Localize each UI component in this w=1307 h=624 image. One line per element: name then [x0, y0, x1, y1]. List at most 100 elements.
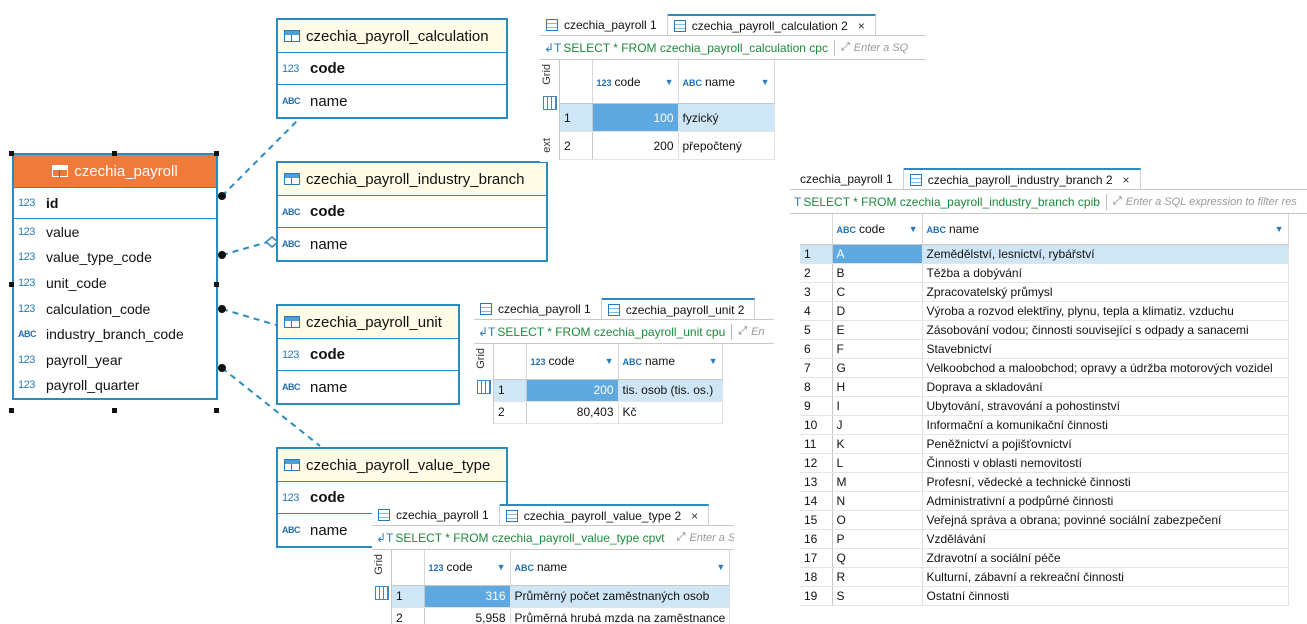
- entity-header[interactable]: czechia_payroll: [14, 155, 216, 188]
- cell-name[interactable]: Stavebnictví: [922, 339, 1289, 359]
- entity-czechia-payroll-industry-branch[interactable]: czechia_payroll_industry_branch ABC code …: [276, 161, 548, 262]
- row-number[interactable]: 5: [800, 320, 833, 340]
- row-number[interactable]: 7: [800, 358, 833, 378]
- row-number[interactable]: 4: [800, 301, 833, 321]
- table-row[interactable]: 16 P Vzdělávání: [800, 529, 1289, 549]
- table-row[interactable]: 1 200 tis. osob (tis. os.): [494, 379, 723, 402]
- cell-code[interactable]: D: [832, 301, 923, 321]
- filter-placeholder[interactable]: En: [751, 326, 764, 338]
- entity-header[interactable]: czechia_payroll_industry_branch: [278, 163, 546, 196]
- table-row[interactable]: 11 K Peněžnictví a pojišťovnictví: [800, 434, 1289, 454]
- row-number[interactable]: 2: [560, 131, 593, 160]
- table-row[interactable]: 15 O Veřejná správa a obrana; povinné soci…: [800, 510, 1289, 530]
- row-number[interactable]: 13: [800, 472, 833, 492]
- table-row[interactable]: 1 A Zemědělství, lesnictví, rybářství: [800, 244, 1289, 264]
- cell-name[interactable]: Doprava a skladování: [922, 377, 1289, 397]
- cell-code[interactable]: R: [832, 567, 923, 587]
- cell-name[interactable]: Kč: [618, 401, 723, 424]
- cell-code[interactable]: P: [832, 529, 923, 549]
- entity-column-pk[interactable]: 123 id: [14, 188, 216, 219]
- grid-icon[interactable]: [543, 96, 557, 110]
- cell-code[interactable]: C: [832, 282, 923, 302]
- cell-code[interactable]: A: [832, 244, 923, 264]
- tab-czechia-payroll-calculation[interactable]: czechia_payroll_calculation 2 ×: [667, 14, 876, 35]
- column-header-code[interactable]: 123 code ▼: [424, 550, 511, 586]
- filter-placeholder[interactable]: Enter a SQ: [854, 42, 908, 54]
- cell-code[interactable]: S: [832, 586, 923, 606]
- table-row[interactable]: 2 200 přepočtený: [560, 131, 775, 160]
- sql-filter-bar[interactable]: T SELECT * FROM czechia_payroll_industry…: [790, 190, 1307, 214]
- selection-handle[interactable]: [9, 282, 14, 287]
- row-number[interactable]: 3: [800, 282, 833, 302]
- cell-code[interactable]: O: [832, 510, 923, 530]
- row-number[interactable]: 18: [800, 567, 833, 587]
- column-header-name[interactable]: ABC name ▼: [922, 214, 1289, 245]
- cell-name[interactable]: Administrativní a podpůrné činnosti: [922, 491, 1289, 511]
- cell-name[interactable]: Peněžnictví a pojišťovnictví: [922, 434, 1289, 454]
- cell-code[interactable]: F: [832, 339, 923, 359]
- tab-czechia-payroll-value-type[interactable]: czechia_payroll_value_type 2 ×: [499, 504, 710, 525]
- cell-name[interactable]: Ubytování, stravování a pohostinství: [922, 396, 1289, 416]
- sort-arrow-icon[interactable]: ▼: [605, 356, 614, 366]
- entity-header[interactable]: czechia_payroll_calculation: [278, 20, 506, 53]
- entity-header[interactable]: czechia_payroll_value_type: [278, 449, 506, 482]
- cell-code[interactable]: 316: [424, 585, 511, 608]
- cell-name[interactable]: fyzický: [678, 103, 775, 133]
- cell-name[interactable]: Zpracovatelský průmysl: [922, 282, 1289, 302]
- row-number[interactable]: 10: [800, 415, 833, 435]
- table-row[interactable]: 8 H Doprava a skladování: [800, 377, 1289, 397]
- row-number[interactable]: 6: [800, 339, 833, 359]
- close-icon[interactable]: ×: [858, 19, 865, 33]
- entity-czechia-payroll-calculation[interactable]: czechia_payroll_calculation 123 code ABC n…: [276, 18, 508, 119]
- tab-czechia-payroll[interactable]: czechia_payroll 1: [474, 298, 602, 319]
- sort-arrow-icon[interactable]: ▼: [716, 562, 725, 572]
- row-number[interactable]: 1: [800, 244, 833, 264]
- cell-name[interactable]: Zdravotní a sociální péče: [922, 548, 1289, 568]
- entity-column[interactable]: 123 payroll_quarter: [14, 373, 216, 399]
- column-header-name[interactable]: ABC name ▼: [618, 344, 723, 380]
- entity-column[interactable]: 123 unit_code: [14, 270, 216, 296]
- result-panel-industry-branch[interactable]: czechia_payroll 1 czechia_payroll_indust…: [790, 168, 1307, 624]
- sql-filter-bar[interactable]: ↲T SELECT * FROM czechia_payroll_unit cp…: [474, 320, 774, 344]
- table-row[interactable]: 10 J Informační a komunikační činnosti: [800, 415, 1289, 435]
- grid-view-label[interactable]: Grid: [475, 348, 487, 369]
- entity-column[interactable]: 123 calculation_code: [14, 296, 216, 322]
- expand-icon[interactable]: ⤢: [841, 41, 850, 54]
- row-number[interactable]: 19: [800, 586, 833, 606]
- column-header-code[interactable]: ABC code ▼: [832, 214, 923, 245]
- tab-czechia-payroll[interactable]: czechia_payroll 1: [372, 504, 500, 525]
- table-row[interactable]: 1 100 fyzický: [560, 103, 775, 133]
- sort-arrow-icon[interactable]: ▼: [709, 356, 718, 366]
- cell-name[interactable]: Velkoobchod a maloobchod; opravy a údržb…: [922, 358, 1289, 378]
- cell-code[interactable]: H: [832, 377, 923, 397]
- column-header-code[interactable]: 123 code ▼: [592, 60, 679, 105]
- entity-czechia-payroll[interactable]: czechia_payroll 123 id 123 value 123 value_ty…: [12, 153, 218, 401]
- cell-name[interactable]: Ostatní činnosti: [922, 586, 1289, 606]
- result-panel-unit[interactable]: czechia_payroll 1 czechia_payroll_unit 2…: [474, 298, 774, 424]
- tab-czechia-payroll[interactable]: czechia_payroll 1: [540, 14, 668, 35]
- table-row[interactable]: 2 5,958 Průměrná hrubá mzda na zaměstnance: [392, 607, 731, 624]
- cell-code[interactable]: N: [832, 491, 923, 511]
- row-number[interactable]: 15: [800, 510, 833, 530]
- table-row[interactable]: 17 Q Zdravotní a sociální péče: [800, 548, 1289, 568]
- cell-name[interactable]: Činnosti v oblasti nemovitostí: [922, 453, 1289, 473]
- selection-handle[interactable]: [112, 151, 117, 156]
- table-row[interactable]: 13 M Profesní, vědecké a technické činnost…: [800, 472, 1289, 492]
- expand-icon[interactable]: ⤢: [677, 531, 686, 544]
- filter-placeholder[interactable]: Enter a SQL: [689, 532, 734, 544]
- cell-code[interactable]: E: [832, 320, 923, 340]
- text-view-label[interactable]: ext: [541, 138, 553, 153]
- entity-column-pk[interactable]: ABC code: [278, 196, 546, 228]
- cell-name[interactable]: Informační a komunikační činnosti: [922, 415, 1289, 435]
- cell-name[interactable]: Zásobování vodou; činnosti související s…: [922, 320, 1289, 340]
- sql-filter-bar[interactable]: ↲T SELECT * FROM czechia_payroll_calcula…: [540, 36, 926, 60]
- row-number[interactable]: 17: [800, 548, 833, 568]
- table-row[interactable]: 18 R Kulturní, zábavní a rekreační činnost…: [800, 567, 1289, 587]
- cell-name[interactable]: Průměrný počet zaměstnaných osob: [510, 585, 731, 608]
- sort-arrow-icon[interactable]: ▼: [761, 77, 770, 87]
- row-number[interactable]: 14: [800, 491, 833, 511]
- sort-arrow-icon[interactable]: ▼: [665, 77, 674, 87]
- cell-name[interactable]: tis. osob (tis. os.): [618, 379, 723, 402]
- cell-code[interactable]: 5,958: [424, 607, 511, 624]
- expand-icon[interactable]: ⤢: [738, 325, 747, 338]
